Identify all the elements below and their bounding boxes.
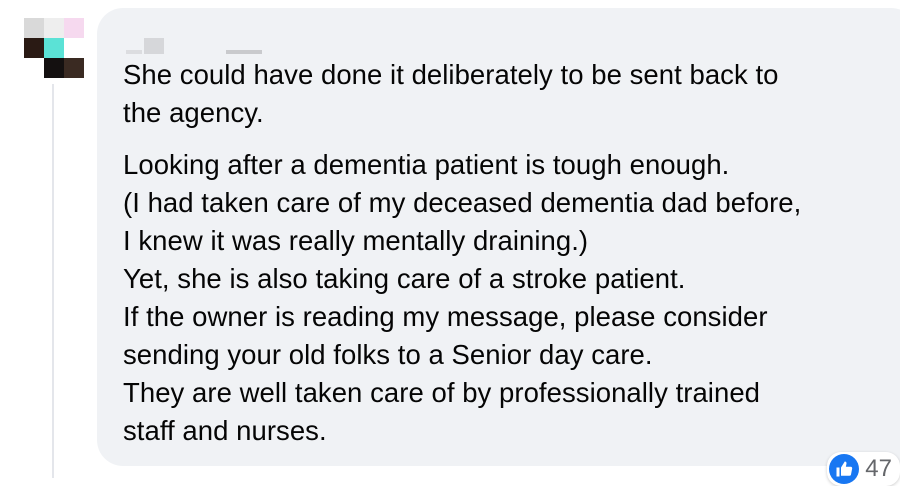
avatar[interactable] bbox=[24, 18, 84, 78]
comment-text: She could have done it deliberately to b… bbox=[123, 56, 893, 450]
comment-paragraph: She could have done it deliberately to b… bbox=[123, 59, 779, 128]
reaction-count: 47 bbox=[865, 455, 892, 482]
thread-line bbox=[52, 84, 54, 478]
comment-paragraph: Looking after a dementia patient is toug… bbox=[123, 149, 802, 446]
thumbs-up-icon bbox=[829, 454, 860, 484]
reaction-summary[interactable]: 47 bbox=[827, 452, 900, 486]
